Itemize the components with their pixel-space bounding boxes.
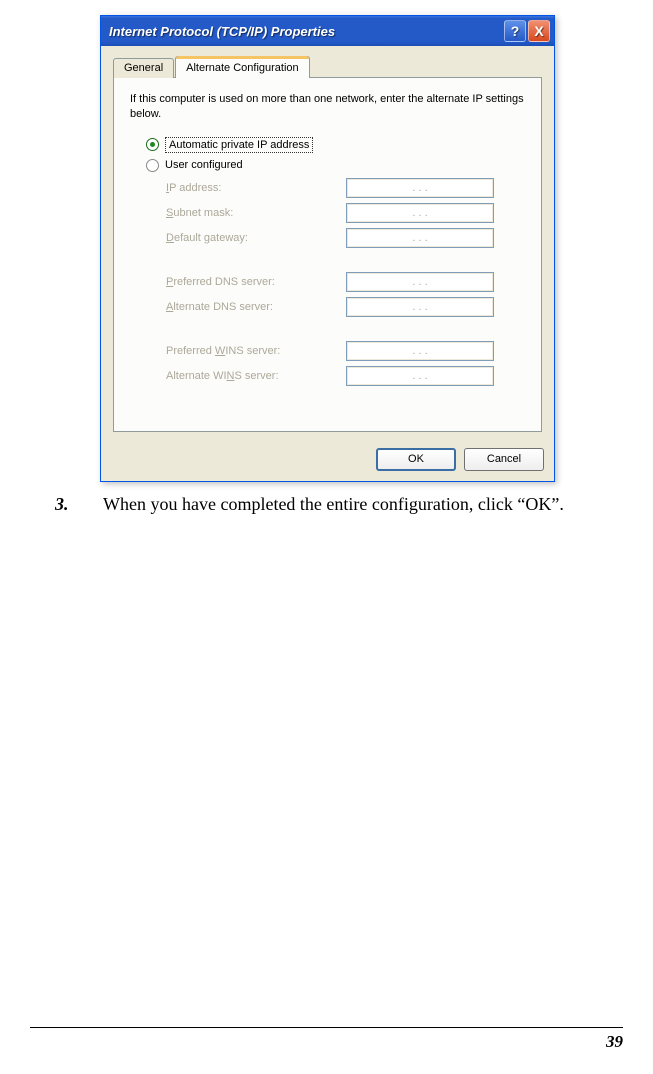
tab-panel: If this computer is used on more than on… (113, 77, 542, 432)
dialog-footer: OK Cancel (101, 440, 554, 481)
help-icon[interactable]: ? (504, 20, 526, 42)
input-alternate-wins[interactable]: . . . (346, 366, 494, 386)
radio-user-configured[interactable]: User configured (146, 159, 527, 172)
label-alternate-dns: Alternate DNS server: (166, 301, 346, 313)
row-alternate-dns: Alternate DNS server: . . . (166, 297, 527, 317)
input-alternate-dns[interactable]: . . . (346, 297, 494, 317)
page-number: 39 (30, 1027, 623, 1052)
row-subnet-mask: Subnet mask: . . . (166, 203, 527, 223)
step-text: When you have completed the entire confi… (103, 494, 564, 515)
radio-label: Automatic private IP address (165, 137, 313, 153)
client-area: General Alternate Configuration If this … (101, 46, 554, 440)
tab-alternate-configuration[interactable]: Alternate Configuration (175, 56, 310, 78)
radio-icon (146, 159, 159, 172)
input-ip-address[interactable]: . . . (346, 178, 494, 198)
ip-form: IP address: . . . Subnet mask: . . . Def… (166, 178, 527, 386)
close-icon[interactable]: X (528, 20, 550, 42)
radio-automatic-private-ip[interactable]: Automatic private IP address (146, 137, 527, 153)
row-default-gateway: Default gateway: . . . (166, 228, 527, 248)
row-alternate-wins: Alternate WINS server: . . . (166, 366, 527, 386)
label-default-gateway: Default gateway: (166, 232, 346, 244)
row-ip-address: IP address: . . . (166, 178, 527, 198)
tcpip-properties-dialog: Internet Protocol (TCP/IP) Properties ? … (100, 15, 555, 482)
label-preferred-wins: Preferred WINS server: (166, 345, 346, 357)
label-preferred-dns: Preferred DNS server: (166, 276, 346, 288)
panel-description: If this computer is used on more than on… (130, 92, 527, 123)
row-preferred-wins: Preferred WINS server: . . . (166, 341, 527, 361)
label-ip-address: IP address: (166, 182, 346, 194)
input-default-gateway[interactable]: . . . (346, 228, 494, 248)
instruction-step: 3. When you have completed the entire co… (55, 494, 623, 515)
row-preferred-dns: Preferred DNS server: . . . (166, 272, 527, 292)
tab-general[interactable]: General (113, 58, 174, 78)
radio-label: User configured (165, 159, 243, 171)
cancel-button[interactable]: Cancel (464, 448, 544, 471)
window-title: Internet Protocol (TCP/IP) Properties (109, 24, 502, 39)
label-subnet-mask: Subnet mask: (166, 207, 346, 219)
label-alternate-wins: Alternate WINS server: (166, 370, 346, 382)
titlebar[interactable]: Internet Protocol (TCP/IP) Properties ? … (101, 16, 554, 46)
document-page: Internet Protocol (TCP/IP) Properties ? … (0, 0, 653, 515)
input-preferred-dns[interactable]: . . . (346, 272, 494, 292)
step-number: 3. (55, 494, 103, 515)
ok-button[interactable]: OK (376, 448, 456, 471)
tab-strip: General Alternate Configuration (113, 56, 542, 78)
radio-icon (146, 138, 159, 151)
input-preferred-wins[interactable]: . . . (346, 341, 494, 361)
input-subnet-mask[interactable]: . . . (346, 203, 494, 223)
